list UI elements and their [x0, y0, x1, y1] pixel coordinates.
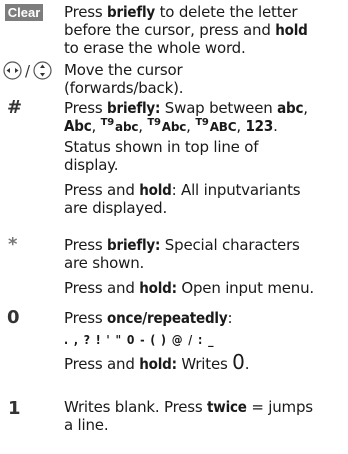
- zero-line-1: Press once/repeatedly:: [64, 309, 346, 327]
- text: to erase the whole word.: [64, 39, 246, 57]
- left-right-nav-icon: [3, 61, 22, 80]
- star-line-3: Press and hold: Open input menu.: [64, 279, 346, 297]
- zero-line-3: Press and hold: Writes 0.: [64, 350, 346, 374]
- one-line-2: a line.: [64, 416, 109, 434]
- emphasis: twice: [207, 398, 247, 416]
- text: : All inputvariants: [171, 181, 301, 199]
- clear-line-1: Press briefly to delete the letter: [64, 3, 346, 21]
- text: Writes blank. Press: [64, 398, 208, 416]
- zero-key-label: 0: [7, 307, 20, 328]
- text: before the cursor, press and: [64, 21, 276, 39]
- text: Press and: [64, 279, 140, 297]
- text: Press: [64, 3, 108, 21]
- text: .: [244, 355, 250, 373]
- one-key-label: 1: [8, 398, 21, 419]
- text: Writes: [176, 355, 233, 373]
- mode-Abc: Abc: [64, 117, 92, 135]
- text: = jumps: [246, 398, 313, 416]
- emphasis: hold: [139, 181, 172, 199]
- t9-superscript: T9: [195, 117, 209, 128]
- text: Press: [64, 99, 108, 117]
- nav-line-2: (forwards/back).: [64, 79, 184, 97]
- hash-line-1: Press briefly: Swap between abc,: [64, 99, 308, 117]
- t9-superscript: T9: [100, 117, 115, 128]
- hash-key-label: #: [7, 97, 23, 118]
- star-line-2: are shown.: [64, 254, 145, 272]
- emphasis: hold:: [139, 279, 177, 297]
- mode-abc: abc: [277, 99, 304, 117]
- nav-description: Move the cursor (forwards/back).: [64, 61, 346, 97]
- text: Swap between: [160, 99, 278, 117]
- one-description: Writes blank. Press twice = jumps a line…: [64, 398, 346, 434]
- emphasis: once/repeatedly: [107, 309, 228, 327]
- emphasis: briefly:: [107, 236, 161, 254]
- emphasis: briefly:: [107, 99, 161, 117]
- emphasis: briefly: [107, 3, 156, 21]
- zero-glyph: 0: [232, 350, 245, 374]
- up-down-nav-icon: [33, 61, 52, 80]
- clear-description: Press briefly to delete the letter befor…: [64, 3, 346, 57]
- star-description: Press briefly: Special characters are sh…: [64, 236, 346, 297]
- mode-t9Abc: Abc: [161, 120, 187, 134]
- clear-line-2: before the cursor, press and hold: [64, 21, 346, 39]
- text: Open input menu.: [176, 279, 314, 297]
- emphasis: hold:: [139, 355, 177, 373]
- hash-line-5: Press and hold: All inputvariants: [64, 181, 346, 199]
- hash-line-6: are displayed.: [64, 199, 168, 217]
- nav-keys: /: [3, 60, 52, 80]
- hash-line-2: Abc, T9abc, T9Abc, T9ABC, 123.: [64, 117, 278, 135]
- hash-description: Press briefly: Swap between abc, Abc, T9…: [64, 99, 346, 217]
- text: Press and: [64, 355, 140, 373]
- text: Press: [64, 236, 108, 254]
- text: :: [227, 309, 233, 327]
- mode-t9abc: abc: [115, 120, 139, 134]
- text: Special characters: [160, 236, 300, 254]
- emphasis: hold: [275, 21, 308, 39]
- mode-t9ABC: ABC: [209, 120, 237, 134]
- text: Press and: [64, 181, 140, 199]
- nav-slash: /: [25, 61, 31, 80]
- hash-line-4: display.: [64, 156, 119, 174]
- zero-special-characters: . , ? ! ' " 0 - ( ) @ / : _: [64, 333, 215, 347]
- text: to delete the letter: [155, 3, 298, 21]
- zero-description: Press once/repeatedly: . , ? ! ' " 0 - (…: [64, 309, 346, 373]
- t9-superscript: T9: [147, 117, 161, 128]
- one-line-1: Writes blank. Press twice = jumps: [64, 398, 346, 416]
- star-line-1: Press briefly: Special characters: [64, 236, 346, 254]
- clear-key-label: Clear: [5, 4, 43, 21]
- mode-123: 123: [245, 117, 274, 135]
- clear-line-3: to erase the whole word.: [64, 39, 346, 57]
- hash-line-3: Status shown in top line of: [64, 138, 259, 156]
- text: Press: [64, 309, 108, 327]
- star-key-label: *: [8, 234, 18, 255]
- nav-line-1: Move the cursor: [64, 61, 183, 79]
